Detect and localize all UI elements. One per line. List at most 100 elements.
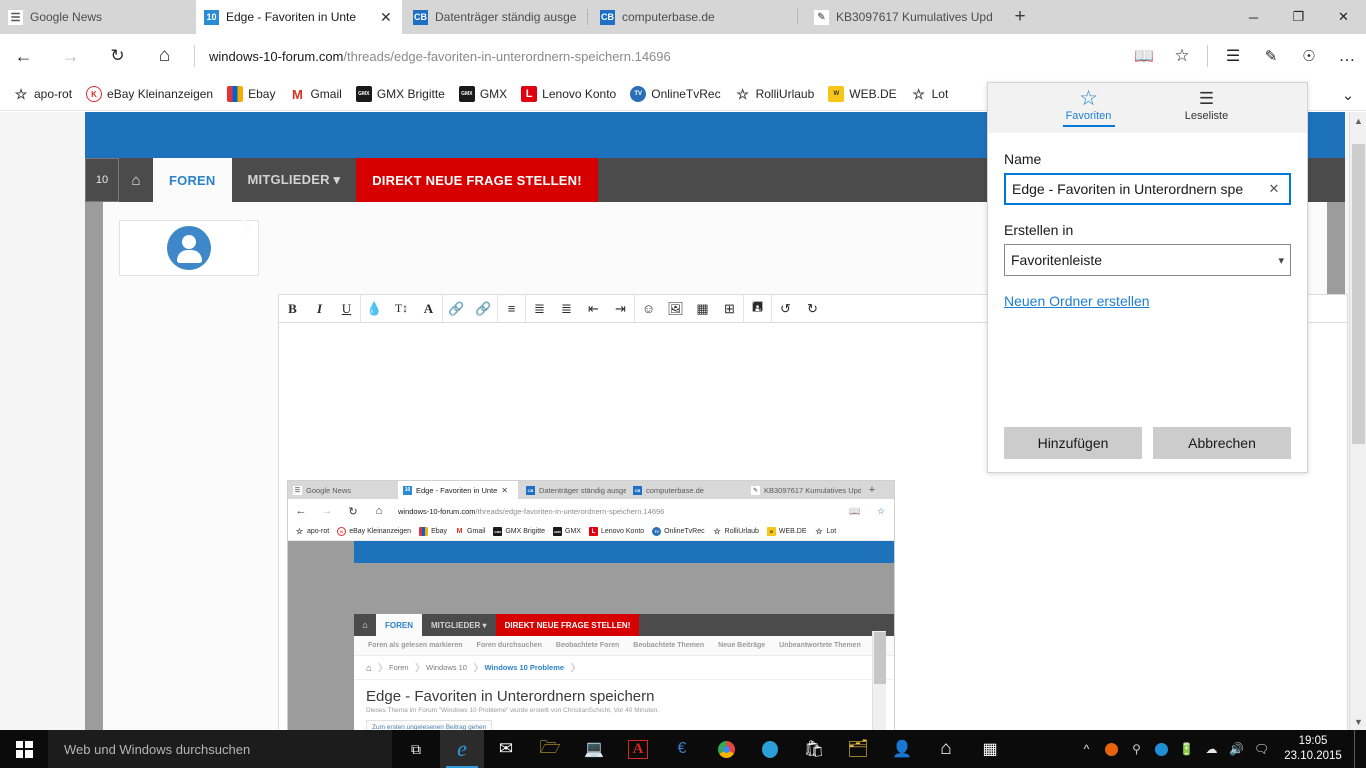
- taskbar-chrome-icon[interactable]: [704, 730, 748, 768]
- network-wifi-icon[interactable]: ☁: [1199, 730, 1224, 768]
- web-note-icon[interactable]: ✎: [1252, 34, 1290, 78]
- favorite-item: TV OnlineTvRec: [648, 527, 708, 536]
- favorite-item[interactable]: GMX GMX Brigitte: [349, 86, 452, 102]
- favorite-item[interactable]: GMX GMX: [452, 86, 514, 102]
- align-icon[interactable]: ≡: [498, 295, 525, 322]
- create-in-select[interactable]: Favoritenleiste ▾: [1004, 244, 1291, 276]
- minimize-button[interactable]: ─: [1231, 0, 1276, 34]
- usb-safe-remove-icon[interactable]: ⚲: [1124, 730, 1149, 768]
- back-icon[interactable]: ←: [0, 34, 47, 78]
- favorite-item[interactable]: M Gmail: [282, 86, 348, 102]
- scroll-up-arrow-icon[interactable]: ▲: [1350, 112, 1366, 129]
- tab-leseliste[interactable]: ☰ Leseliste: [1161, 83, 1253, 122]
- favorite-star-icon[interactable]: ☆: [1163, 34, 1201, 78]
- browser-tab[interactable]: ☰ Google News: [0, 0, 196, 34]
- maximize-restore-button[interactable]: ❐: [1276, 0, 1321, 34]
- volume-icon[interactable]: 🔊: [1224, 730, 1249, 768]
- add-button[interactable]: Hinzufügen: [1004, 427, 1142, 459]
- italic-icon[interactable]: I: [306, 295, 333, 322]
- share-icon[interactable]: ☉: [1290, 34, 1328, 78]
- show-hidden-icons-icon[interactable]: ^: [1074, 730, 1099, 768]
- clear-icon[interactable]: ✕: [1263, 181, 1285, 197]
- site-nav-mitglieder[interactable]: MITGLIEDER ▾: [232, 158, 357, 202]
- taskbar-thunderbird-icon[interactable]: [748, 730, 792, 768]
- unlink-icon[interactable]: 🔗: [470, 295, 497, 322]
- taskbar-remote-desktop-icon[interactable]: 💻: [572, 730, 616, 768]
- favorite-item[interactable]: TV OnlineTvRec: [623, 86, 727, 102]
- teamviewer-tray-icon[interactable]: [1149, 730, 1174, 768]
- search-input[interactable]: Web und Windows durchsuchen: [48, 730, 392, 768]
- image-icon[interactable]: 🖼: [662, 295, 689, 322]
- browser-tab[interactable]: CB Datenträger ständig ausgela: [405, 0, 585, 34]
- site-logo-icon[interactable]: 10: [85, 158, 119, 202]
- text-color-icon[interactable]: 💧: [361, 295, 388, 322]
- link-icon[interactable]: 🔗: [443, 295, 470, 322]
- browser-tab[interactable]: CB computerbase.de: [592, 0, 774, 34]
- favorite-item[interactable]: ☆ apo-rot: [6, 86, 79, 102]
- taskbar-adobe-reader-icon[interactable]: A: [616, 730, 660, 768]
- favorite-item[interactable]: ☆ RolliUrlaub: [728, 86, 822, 102]
- site-nav-foren[interactable]: FOREN: [153, 158, 232, 202]
- opera-tray-icon[interactable]: [1099, 730, 1124, 768]
- battery-icon[interactable]: 🔋: [1174, 730, 1199, 768]
- new-folder-link[interactable]: Neuen Ordner erstellen: [1004, 293, 1150, 309]
- start-button[interactable]: [0, 730, 48, 768]
- refresh-icon[interactable]: ↻: [94, 34, 141, 78]
- favorite-item[interactable]: Ebay: [220, 86, 282, 102]
- favorite-item[interactable]: ☆ Lot: [904, 86, 956, 102]
- breadcrumb-item: Windows 10: [426, 663, 467, 672]
- taskbar-file-explorer-icon[interactable]: 🗁: [528, 730, 572, 768]
- outdent-icon[interactable]: ⇤: [580, 295, 607, 322]
- show-desktop-button[interactable]: [1354, 730, 1362, 768]
- clock[interactable]: 19:05 23.10.2015: [1274, 734, 1354, 764]
- close-tab-icon[interactable]: ✕: [380, 10, 394, 24]
- favorite-item[interactable]: K eBay Kleinanzeigen: [79, 86, 220, 102]
- undo-icon[interactable]: ↺: [772, 295, 799, 322]
- font-family-icon[interactable]: A: [415, 295, 442, 322]
- scrollbar-thumb[interactable]: [1352, 144, 1365, 444]
- taskbar-currency-app-icon[interactable]: €: [660, 730, 704, 768]
- favorite-item[interactable]: W WEB.DE: [821, 86, 903, 102]
- new-tab-button[interactable]: +: [1004, 0, 1036, 34]
- favorite-star-icon: ☆: [876, 505, 886, 516]
- tab-favoriten[interactable]: ☆ Favoriten: [1043, 83, 1135, 127]
- reading-view-icon[interactable]: 📖: [1125, 34, 1163, 78]
- taskbar-documents-icon[interactable]: 🗂: [836, 730, 880, 768]
- task-view-icon[interactable]: ⧉: [392, 730, 440, 768]
- name-input[interactable]: Edge - Favoriten in Unterordnern spe ✕: [1004, 173, 1291, 205]
- site-home-icon[interactable]: ⌂: [119, 158, 153, 202]
- redo-icon[interactable]: ↻: [799, 295, 826, 322]
- taskbar-calculator-icon[interactable]: ▦: [968, 730, 1012, 768]
- underline-icon[interactable]: U: [333, 295, 360, 322]
- tab-title: computerbase.de: [622, 10, 715, 24]
- insert-table-icon[interactable]: ⊞: [716, 295, 743, 322]
- page-scrollbar[interactable]: ▲ ▼: [1349, 112, 1366, 730]
- more-icon[interactable]: …: [1328, 34, 1366, 78]
- save-draft-icon[interactable]: 🖪: [744, 295, 771, 322]
- media-icon[interactable]: ▦: [689, 295, 716, 322]
- taskbar-contacts-icon[interactable]: 👤: [880, 730, 924, 768]
- numbered-list-icon[interactable]: ≣: [553, 295, 580, 322]
- taskbar-store-icon[interactable]: 🛍: [792, 730, 836, 768]
- cancel-button[interactable]: Abbrechen: [1153, 427, 1291, 459]
- bold-icon[interactable]: B: [279, 295, 306, 322]
- favorites-overflow-chevron-icon[interactable]: ⌄: [1330, 78, 1366, 111]
- favorite-item[interactable]: L Lenovo Konto: [514, 86, 623, 102]
- url-input[interactable]: windows-10-forum.com/threads/edge-favori…: [201, 34, 1125, 78]
- close-window-button[interactable]: ✕: [1321, 0, 1366, 34]
- taskbar-mail-icon[interactable]: ✉: [484, 730, 528, 768]
- browser-tab[interactable]: ✎ KB3097617 Kumulatives Upd: [806, 0, 1002, 34]
- bullet-list-icon[interactable]: ≣: [526, 295, 553, 322]
- emoji-icon[interactable]: ☺: [635, 295, 662, 322]
- browser-tab-active[interactable]: 10 Edge - Favoriten in Unte ✕: [196, 0, 402, 34]
- font-size-icon[interactable]: T↕: [388, 295, 415, 322]
- home-icon[interactable]: ⌂: [141, 34, 188, 78]
- scroll-down-arrow-icon[interactable]: ▼: [1350, 713, 1366, 730]
- forward-icon[interactable]: →: [47, 34, 94, 78]
- taskbar-edge-icon[interactable]: e: [440, 730, 484, 768]
- indent-icon[interactable]: ⇥: [607, 295, 634, 322]
- action-center-icon[interactable]: 🗨: [1249, 730, 1274, 768]
- site-nav-new-question[interactable]: DIREKT NEUE FRAGE STELLEN!: [356, 158, 598, 202]
- hub-icon[interactable]: ☰: [1214, 34, 1252, 78]
- taskbar-home-app-icon[interactable]: ⌂: [924, 730, 968, 768]
